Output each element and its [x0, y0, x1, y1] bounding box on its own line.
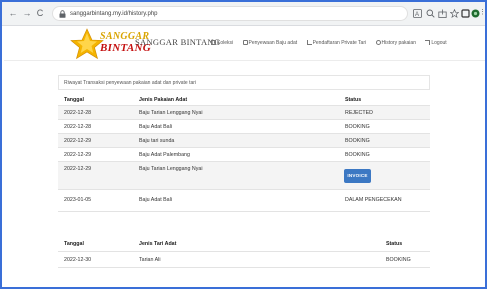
reload-icon[interactable]: C [35, 7, 45, 19]
tari-table: Tanggal Jenis Tari Adat Status 2022-12-3… [58, 236, 430, 268]
pakaian-table: Tanggal Jenis Pakaian Adat Status 2022-1… [58, 93, 430, 212]
row-item: Tarian Ali [139, 257, 161, 263]
lock-icon [59, 10, 66, 18]
row-date: 2023-01-05 [64, 197, 92, 203]
cart-icon [242, 40, 248, 45]
browser-toolbar: ← → C sanggarbintang.my.id/history.php A [2, 2, 485, 26]
dancer-icon [306, 40, 312, 45]
table-row: 2022-12-29 Baju Tarian Lenggang Nyai INV… [58, 162, 430, 190]
site-title: SANGGAR BINTANG [135, 37, 221, 47]
row-status: BOOKING [345, 124, 370, 130]
table-row: 2022-12-28 Baju Tarian Lenggang Nyai REJ… [58, 106, 430, 120]
row-item: Baju Adat Palembang [139, 152, 190, 158]
row-status: BOOKING [386, 257, 411, 263]
table-row: 2022-12-30 Tarian Ali BOOKING [58, 252, 430, 268]
history-icon [375, 40, 381, 45]
row-item: Baju Tarian Lenggang Nyai [139, 166, 203, 172]
menu-item-koleksi[interactable]: Koleksi [211, 40, 237, 46]
column-header-status: Status [386, 241, 403, 247]
column-header-item: Jenis Tari Adat [139, 241, 177, 247]
row-status: DALAM PENGECEKAN [345, 197, 402, 203]
pakaian-table-header: Tanggal Jenis Pakaian Adat Status [58, 93, 430, 106]
column-header-status: Status [345, 97, 362, 103]
table-caption: Riwayat Transaksi penyewaan pakaian adat… [58, 75, 430, 90]
row-status: BOOKING [345, 138, 370, 144]
tari-table-header: Tanggal Jenis Tari Adat Status [58, 236, 430, 252]
main-menu: Koleksi Penyewaan Baju adat Pendaftaran … [211, 40, 455, 46]
menu-item-penyewaan[interactable]: Penyewaan Baju adat [242, 40, 302, 46]
grid-icon [211, 40, 216, 45]
row-date: 2022-12-28 [64, 110, 92, 116]
menu-item-logout[interactable]: Logout [425, 40, 450, 46]
menu-item-history[interactable]: History pakaian [375, 40, 420, 46]
invoice-button[interactable]: INVOICE [344, 169, 371, 183]
bookmark-star-icon[interactable] [450, 9, 459, 18]
share-icon[interactable] [438, 9, 447, 18]
history-panel: Riwayat Transaksi penyewaan pakaian adat… [55, 74, 430, 280]
row-status: REJECTED [345, 110, 373, 116]
column-header-item: Jenis Pakaian Adat [139, 97, 188, 103]
column-header-date: Tanggal [64, 97, 84, 103]
more-menu-icon[interactable]: ⋮ [479, 7, 485, 19]
menu-item-pendaftaran[interactable]: Pendaftaran Private Tari [306, 40, 371, 46]
back-icon[interactable]: ← [8, 7, 18, 19]
zoom-icon[interactable] [426, 9, 435, 18]
address-bar[interactable]: sanggarbintang.my.id/history.php [52, 6, 408, 21]
tab-square-icon[interactable] [461, 9, 470, 18]
table-row: 2022-12-29 Baju tari sunda BOOKING [58, 134, 430, 148]
translate-icon[interactable]: A [413, 9, 422, 18]
row-date: 2022-12-28 [64, 124, 92, 130]
forward-icon[interactable]: → [22, 7, 32, 19]
row-status: BOOKING [345, 152, 370, 158]
svg-text:A: A [415, 12, 419, 18]
row-date: 2022-12-29 [64, 152, 92, 158]
logout-icon [425, 40, 431, 45]
row-date: 2022-12-29 [64, 166, 92, 172]
table-row: 2023-01-05 Baju Adat Bali DALAM PENGECEK… [58, 190, 430, 212]
row-item: Baju Adat Bali [139, 124, 172, 130]
table-row: 2022-12-29 Baju Adat Palembang BOOKING [58, 148, 430, 162]
row-item: Baju Adat Bali [139, 197, 172, 203]
row-date: 2022-12-30 [64, 257, 92, 263]
screenshot-frame: ← → C sanggarbintang.my.id/history.php A [0, 0, 487, 289]
site-header: SANGGAR BINTANG SANGGAR BINTANG Koleksi … [4, 27, 485, 61]
row-date: 2022-12-29 [64, 138, 92, 144]
column-header-date: Tanggal [64, 241, 84, 247]
row-item: Baju tari sunda [139, 138, 175, 144]
table-row: 2022-12-28 Baju Adat Bali BOOKING [58, 120, 430, 134]
row-item: Baju Tarian Lenggang Nyai [139, 110, 203, 116]
url-text: sanggarbintang.my.id/history.php [70, 11, 158, 17]
